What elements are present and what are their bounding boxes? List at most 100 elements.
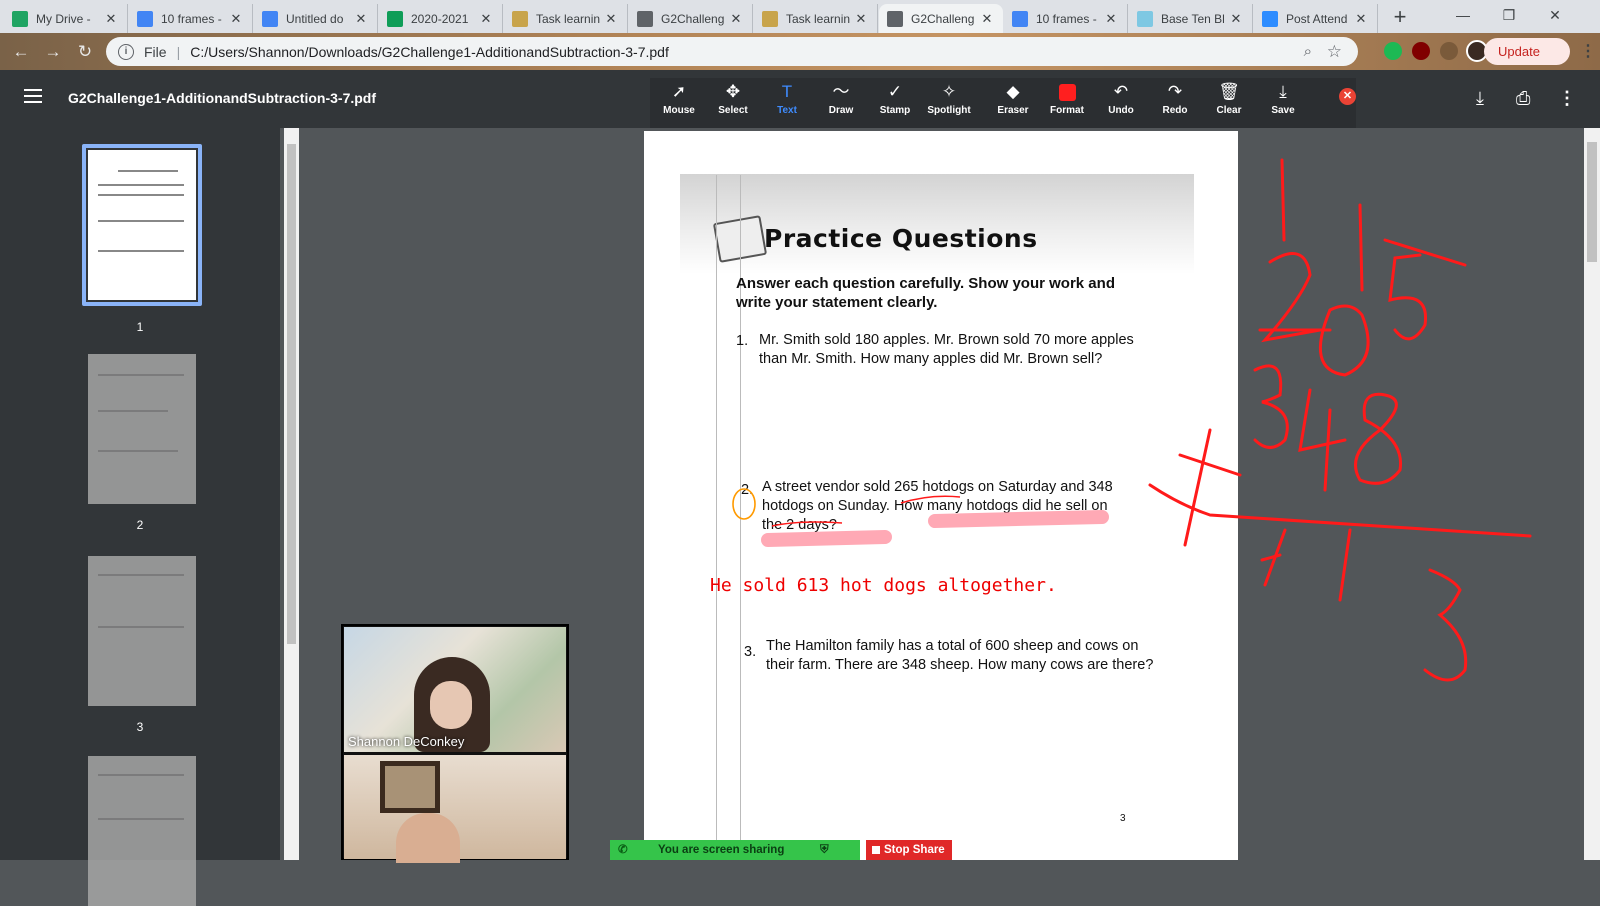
tab-close-icon[interactable]: ✕: [1103, 11, 1119, 27]
participant-face: [430, 681, 472, 729]
tool-format-button[interactable]: Format: [1040, 81, 1094, 125]
tool-eraser-button[interactable]: ◆ Eraser: [986, 81, 1040, 125]
tool-select-button[interactable]: ✥ Select: [706, 81, 760, 125]
margin-line: [716, 175, 717, 860]
sheets-icon: [387, 10, 403, 27]
tool-stamp-button[interactable]: ✓ Stamp: [868, 81, 922, 125]
pdf-more-icon[interactable]: ⋮: [1558, 88, 1576, 109]
browser-tab[interactable]: G2Challeng ✕: [629, 4, 753, 33]
forward-icon[interactable]: →: [40, 39, 66, 65]
tab-close-icon[interactable]: ✕: [228, 11, 244, 27]
thumbnail-sidebar: 1 2 3: [0, 128, 280, 906]
question-3-number: 3.: [744, 644, 757, 660]
address-bar[interactable]: i File | C:/Users/Shannon/Downloads/G2Ch…: [106, 37, 1358, 66]
tool-label: Draw: [828, 105, 854, 116]
video-panel[interactable]: Shannon DeConkey: [341, 624, 569, 863]
address-separator: |: [176, 43, 181, 60]
bookmark-star-icon[interactable]: ☆: [1327, 42, 1342, 62]
browser-tab[interactable]: 10 frames - ✕: [1004, 4, 1128, 33]
tool-mouse-button[interactable]: ➚ Mouse: [652, 81, 706, 125]
wall-picture: [380, 761, 440, 813]
screen-sharing-bar[interactable]: ✆ You are screen sharing ⛨: [610, 840, 860, 860]
browser-tab[interactable]: Base Ten Bl ✕: [1129, 4, 1253, 33]
page-number: 3: [1120, 813, 1126, 824]
text-icon: T: [781, 82, 793, 101]
question-1-number: 1.: [736, 333, 749, 349]
docs-icon: [262, 10, 278, 27]
tab-close-icon[interactable]: ✕: [1228, 11, 1244, 27]
stop-share-button[interactable]: Stop Share: [866, 840, 952, 860]
tab-close-icon[interactable]: ✕: [603, 11, 619, 27]
download-icon[interactable]: ⤓: [1476, 88, 1484, 109]
tab-close-icon[interactable]: ✕: [478, 11, 494, 27]
question-2-text: A street vendor sold 265 hotdogs on Satu…: [762, 479, 1113, 533]
new-tab-button[interactable]: +: [1386, 4, 1414, 32]
browser-tab[interactable]: Task learnin ✕: [754, 4, 878, 33]
tab-label: Post Attend: [1286, 11, 1348, 26]
ublock-icon[interactable]: [1412, 42, 1430, 60]
tool-label: Clear: [1216, 105, 1242, 116]
tool-text-button[interactable]: T Text: [760, 81, 814, 125]
close-window-button[interactable]: ✕: [1532, 0, 1578, 30]
browser-tab[interactable]: Post Attend ✕: [1254, 4, 1378, 33]
participant-video[interactable]: Shannon DeConkey: [344, 627, 566, 752]
tab-close-icon[interactable]: ✕: [728, 11, 744, 27]
task-icon: [762, 10, 778, 27]
extension-icon[interactable]: [1384, 42, 1402, 60]
thumbnail-page-4[interactable]: [88, 756, 196, 906]
print-icon[interactable]: ⎙: [1516, 88, 1530, 109]
question-2-number: 2.: [741, 482, 754, 498]
tool-undo-button[interactable]: ↶ Undo: [1094, 81, 1148, 125]
task-icon: [512, 10, 528, 27]
thumbnail-page-1[interactable]: [88, 150, 196, 300]
browser-tab[interactable]: 2020-2021 ✕: [379, 4, 503, 33]
tool-clear-button[interactable]: 🗑 Clear: [1202, 81, 1256, 125]
tab-close-icon[interactable]: ✕: [979, 11, 995, 27]
tab-label: G2Challeng: [661, 11, 725, 26]
draw-icon: 〜: [832, 82, 850, 101]
minimize-button[interactable]: —: [1440, 0, 1486, 30]
browser-tab-strip: My Drive - ✕ 10 frames - ✕ Untitled do ✕ 2020-…: [0, 0, 1600, 33]
answer-text-annotation[interactable]: He sold 613 hot dogs altogether.: [710, 575, 1057, 596]
document-scrollbar[interactable]: [1584, 128, 1600, 860]
info-icon[interactable]: i: [118, 43, 134, 60]
scheme-label: File: [144, 43, 167, 60]
reload-icon[interactable]: ↻: [72, 39, 98, 65]
close-annotation-icon[interactable]: ✕: [1339, 88, 1356, 105]
pdf-page: Practice Questions Answer each question …: [644, 131, 1238, 860]
browser-tab[interactable]: My Drive - ✕: [4, 4, 128, 33]
participant-video[interactable]: [344, 755, 566, 863]
tool-spotlight-button[interactable]: ✧ Spotlight: [922, 81, 976, 125]
document-scroll-thumb[interactable]: [1587, 142, 1597, 262]
update-button[interactable]: Update: [1484, 38, 1570, 65]
tool-draw-button[interactable]: 〜 Draw: [814, 81, 868, 125]
browser-menu-icon[interactable]: ⋮: [1580, 41, 1596, 61]
tab-label: My Drive -: [36, 11, 91, 26]
tab-close-icon[interactable]: ✕: [353, 11, 369, 27]
browser-tab[interactable]: Task learnin ✕: [504, 4, 628, 33]
tool-save-button[interactable]: ⤓ Save: [1256, 81, 1310, 125]
hamburger-menu-icon[interactable]: [24, 89, 42, 103]
back-icon[interactable]: ←: [8, 39, 34, 65]
tool-redo-button[interactable]: ↷ Redo: [1148, 81, 1202, 125]
sidebar-scroll-thumb[interactable]: [287, 144, 296, 644]
browser-tab[interactable]: Untitled do ✕: [254, 4, 378, 33]
thumbnail-page-2[interactable]: [88, 354, 196, 504]
tab-close-icon[interactable]: ✕: [103, 11, 119, 27]
restore-button[interactable]: ❐: [1486, 0, 1532, 30]
zoom-icon[interactable]: ⌕: [1304, 43, 1312, 60]
sidebar-scrollbar[interactable]: [284, 128, 299, 860]
thumbnail-number: 3: [136, 720, 144, 734]
puzzle-icon[interactable]: [1440, 42, 1458, 60]
tab-close-icon[interactable]: ✕: [1353, 11, 1369, 27]
sharing-status-text: You are screen sharing: [658, 844, 785, 856]
thumbnail-page-3[interactable]: [88, 556, 196, 706]
drive-icon: [12, 10, 28, 27]
participant-name: Shannon DeConkey: [348, 734, 465, 749]
browser-tab[interactable]: 10 frames - ✕: [129, 4, 253, 33]
cursor-icon: ➚: [671, 82, 687, 101]
browser-tab[interactable]: G2Challeng ✕: [879, 4, 1003, 33]
tab-close-icon[interactable]: ✕: [853, 11, 869, 27]
check-icon: ✓: [887, 82, 903, 101]
tab-label: Task learnin: [786, 11, 851, 26]
